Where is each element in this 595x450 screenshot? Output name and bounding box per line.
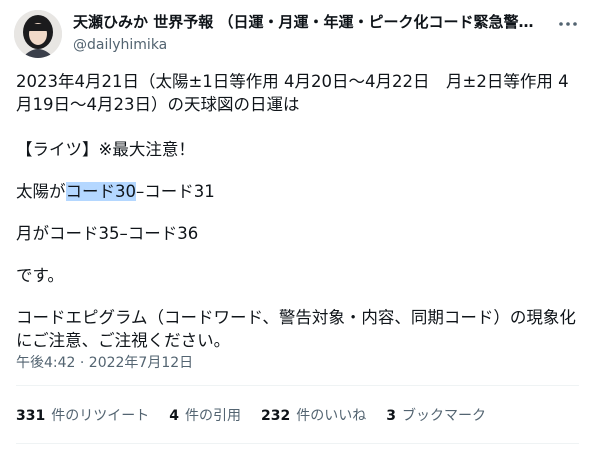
bookmarks-label: ブックマーク (401, 408, 486, 424)
bookmarks-stat[interactable]: 3 ブックマーク (386, 405, 486, 425)
retweets-stat[interactable]: 331 件のリツイート (16, 405, 149, 425)
tweet-line-epigram: コードエピグラム（コードワード、警告対象・内容、同期コード）の現象化にご注意、ご… (16, 308, 576, 350)
more-options-icon[interactable] (556, 14, 580, 34)
tweet-line-moon: 月がコード35–コード36 (16, 224, 199, 243)
divider (16, 443, 579, 444)
quotes-count: 4 (169, 408, 179, 424)
tweet-line-warning: 【ライツ】※最大注意！ (16, 140, 195, 159)
bookmarks-count: 3 (386, 408, 396, 424)
divider (16, 385, 579, 386)
tweet-timestamp[interactable]: 午後4:42 · 2022年7月12日 (16, 352, 193, 372)
tweet-text: 2023年4月21日（太陽±1日等作用 4月20日〜4月22日 月±2日等作用 … (16, 70, 581, 352)
quotes-stat[interactable]: 4 件の引用 (169, 405, 241, 425)
author-handle[interactable]: @dailyhimika (73, 36, 167, 54)
portrait-avatar-icon (14, 10, 62, 58)
sun-suffix: –コード31 (136, 182, 215, 201)
likes-stat[interactable]: 232 件のいいね (261, 405, 366, 425)
tweet-stats: 331 件のリツイート 4 件の引用 232 件のいいね 3 ブックマーク (16, 405, 506, 425)
tweet-line-sun: 太陽がコード30–コード31 (16, 180, 581, 203)
retweets-count: 331 (16, 408, 46, 424)
author-display-name[interactable]: 天瀬ひみか 世界予報 （日運・月運・年運・ピーク化コード緊急警… (73, 13, 543, 32)
tweet-line-end: です。 (16, 266, 64, 285)
likes-count: 232 (260, 408, 291, 424)
retweets-label: 件のリツイート (51, 408, 150, 424)
likes-label: 件のいいね (296, 408, 367, 424)
sun-prefix: 太陽が (16, 182, 66, 201)
author-avatar[interactable] (14, 10, 62, 58)
quotes-label: 件の引用 (184, 408, 241, 424)
tweet-line-date: 2023年4月21日（太陽±1日等作用 4月20日〜4月22日 月±2日等作用 … (16, 72, 569, 114)
highlighted-text: コード30 (65, 182, 136, 201)
tweet-card: 天瀬ひみか 世界予報 （日運・月運・年運・ピーク化コード緊急警… @dailyh… (0, 0, 595, 450)
